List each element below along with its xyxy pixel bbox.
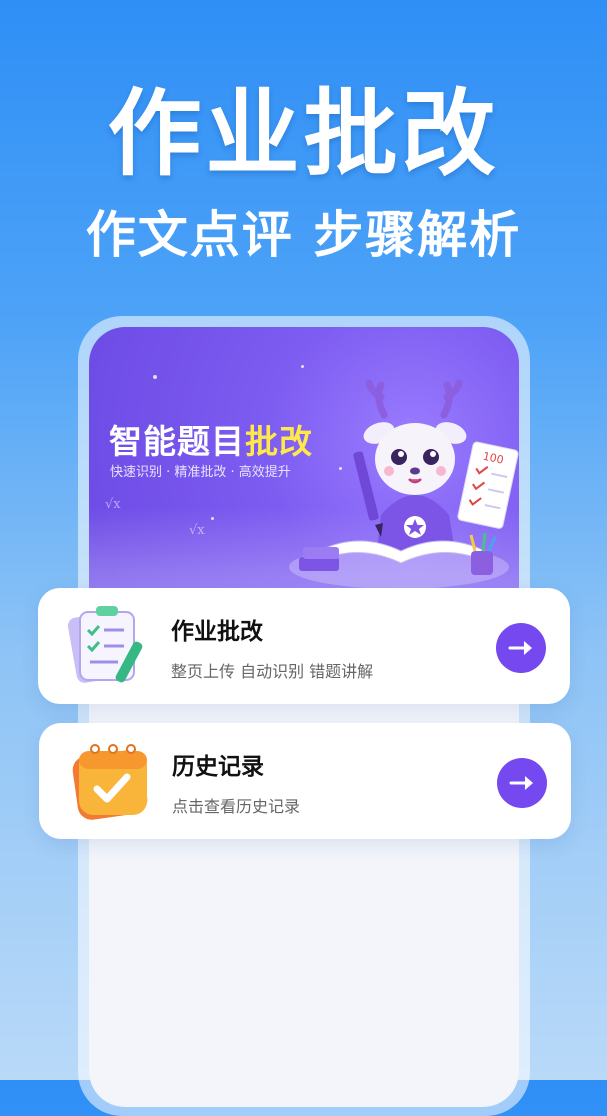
hero-subtitle: 作文点评 步骤解析 (85, 206, 522, 264)
card-description: 点击查看历史记录 (172, 797, 301, 816)
go-arrow-button[interactable] (497, 758, 547, 808)
phone-screen: √x √x 智能题目批改 快速识别 · 精准批改 · 高效提升 100 (89, 327, 519, 1107)
homework-clipboard-icon (67, 606, 143, 683)
homework-correction-card[interactable]: 作业批改 整页上传 自动识别 错题讲解 (38, 588, 570, 704)
go-arrow-button[interactable] (496, 623, 546, 673)
arrow-right-icon (509, 776, 533, 790)
arrow-right-icon (508, 641, 532, 655)
deer-mascot-illustration: 100 (289, 379, 519, 589)
calendar-check-icon (72, 744, 148, 820)
banner-features: 快速识别 · 精准批改 · 高效提升 (110, 465, 291, 480)
card-description: 整页上传 自动识别 错题讲解 (171, 662, 374, 681)
promo-banner[interactable]: √x √x 智能题目批改 快速识别 · 精准批改 · 高效提升 100 (89, 327, 519, 617)
card-title: 历史记录 (172, 754, 264, 780)
history-record-card[interactable]: 历史记录 点击查看历史记录 (39, 723, 571, 839)
hero-title: 作业批改 (107, 80, 500, 189)
banner-title: 智能题目批改 (109, 422, 313, 461)
math-decoration: √x (189, 523, 205, 538)
card-title: 作业批改 (171, 619, 263, 645)
math-decoration: √x (105, 497, 121, 512)
